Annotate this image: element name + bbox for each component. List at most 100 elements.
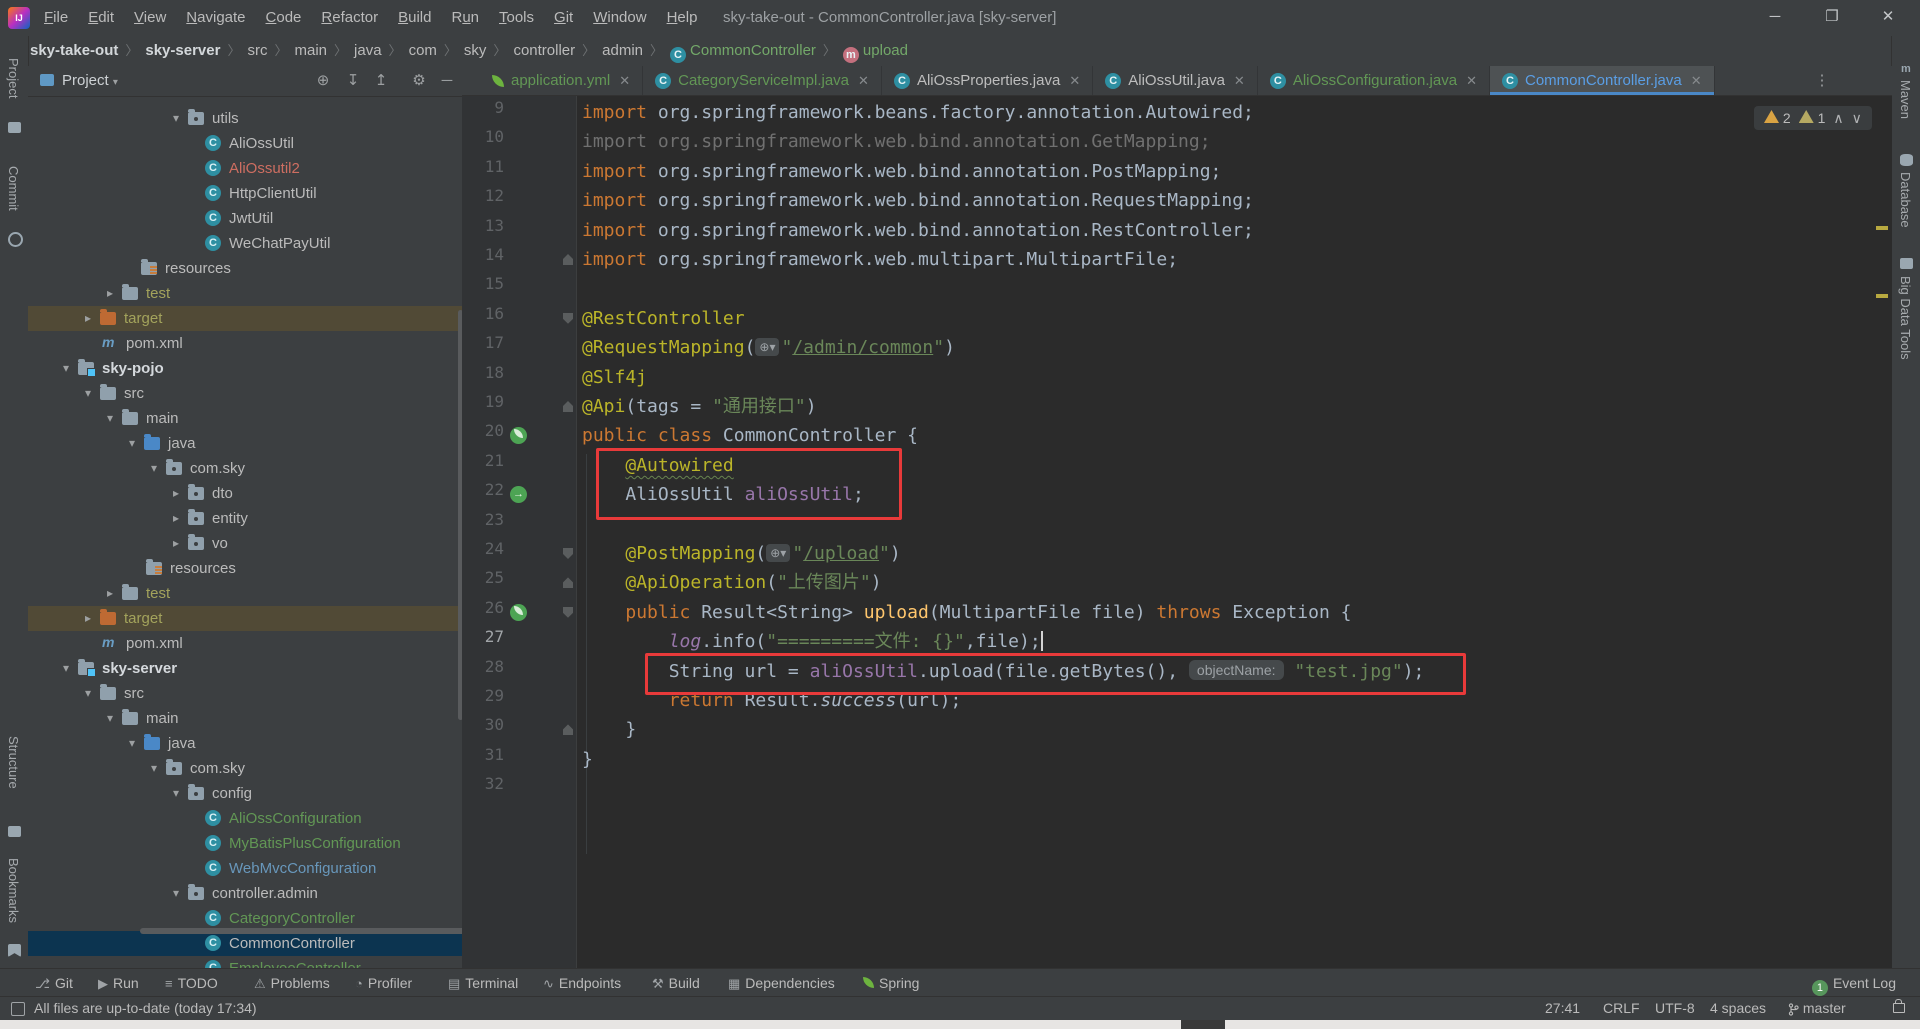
event-log-button[interactable]: 1Event Log bbox=[1812, 969, 1896, 997]
chevron-collapsed-icon[interactable]: ▸ bbox=[168, 481, 184, 506]
tool-button-maven[interactable]: Maven bbox=[1898, 80, 1913, 119]
tool-button-spring[interactable]: Spring bbox=[863, 969, 919, 997]
tree-row-test[interactable]: ▸test bbox=[28, 281, 462, 306]
chevron-expanded-icon[interactable]: ▾ bbox=[102, 706, 118, 731]
chevron-expanded-icon[interactable]: ▾ bbox=[58, 356, 74, 381]
tab-options-kebab-icon[interactable]: ⋮ bbox=[1810, 66, 1834, 96]
tree-row-com-sky[interactable]: ▾com.sky bbox=[28, 756, 462, 781]
tree-row-target[interactable]: ▸target bbox=[28, 606, 462, 631]
minimize-button[interactable]: ─ bbox=[1753, 0, 1797, 36]
tool-button-build[interactable]: ⚒Build bbox=[652, 969, 700, 997]
tool-button-profiler[interactable]: ◔Profiler bbox=[355, 969, 412, 997]
menu-navigate[interactable]: Navigate bbox=[176, 0, 255, 36]
breadcrumb-item-main[interactable]: main bbox=[294, 42, 327, 59]
expand-all-icon[interactable]: ↧ bbox=[340, 66, 366, 96]
code-editor[interactable]: 9import org.springframework.beans.factor… bbox=[462, 96, 1892, 968]
tree-row-resources[interactable]: resources bbox=[28, 556, 462, 581]
tree-row-aliossutil[interactable]: CAliOssUtil bbox=[28, 131, 462, 156]
hide-panel-icon[interactable]: ─ bbox=[434, 66, 460, 96]
menu-window[interactable]: Window bbox=[583, 0, 656, 36]
chevron-expanded-icon[interactable]: ▾ bbox=[146, 756, 162, 781]
menu-edit[interactable]: Edit bbox=[78, 0, 124, 36]
tab-close-icon[interactable]: ✕ bbox=[1069, 73, 1080, 89]
tool-button-project[interactable]: Project bbox=[6, 58, 21, 98]
breadcrumb-item-sky-server[interactable]: sky-server bbox=[145, 42, 220, 59]
chevron-collapsed-icon[interactable]: ▸ bbox=[168, 506, 184, 531]
menu-build[interactable]: Build bbox=[388, 0, 441, 36]
tree-row-aliossconfiguration[interactable]: CAliOssConfiguration bbox=[28, 806, 462, 831]
tree-row-src[interactable]: ▾src bbox=[28, 381, 462, 406]
maximize-button[interactable]: ❐ bbox=[1810, 0, 1854, 36]
chevron-collapsed-icon[interactable]: ▸ bbox=[102, 581, 118, 606]
tab-close-icon[interactable]: ✕ bbox=[619, 73, 630, 89]
breadcrumb-item-controller[interactable]: controller bbox=[513, 42, 575, 59]
tree-row-utils[interactable]: ▾utils bbox=[28, 106, 462, 131]
prev-warning-icon[interactable]: ∧ bbox=[1833, 110, 1843, 127]
indent-setting[interactable]: 4 spaces bbox=[1710, 997, 1766, 1020]
tree-row-wechatpayutil[interactable]: CWeChatPayUtil bbox=[28, 231, 462, 256]
tree-row-httpclientutil[interactable]: CHttpClientUtil bbox=[28, 181, 462, 206]
chevron-expanded-icon[interactable]: ▾ bbox=[124, 731, 140, 756]
breadcrumb-item-src[interactable]: src bbox=[247, 42, 267, 59]
menu-git[interactable]: Git bbox=[544, 0, 583, 36]
menu-code[interactable]: Code bbox=[256, 0, 312, 36]
tab-close-icon[interactable]: ✕ bbox=[1691, 73, 1702, 89]
tool-button-endpoints[interactable]: ∿Endpoints bbox=[543, 969, 621, 997]
collapse-all-icon[interactable]: ↥ bbox=[368, 66, 394, 96]
chevron-collapsed-icon[interactable]: ▸ bbox=[80, 306, 96, 331]
tree-row-main[interactable]: ▾main bbox=[28, 706, 462, 731]
next-warning-icon[interactable]: ∨ bbox=[1852, 110, 1862, 127]
tree-row-pom-xml[interactable]: mpom.xml bbox=[28, 631, 462, 656]
breadcrumb-item-admin[interactable]: admin bbox=[602, 42, 643, 59]
tree-row-src[interactable]: ▾src bbox=[28, 681, 462, 706]
line-ending[interactable]: CRLF bbox=[1603, 997, 1640, 1020]
tool-button-database[interactable]: Database bbox=[1898, 172, 1913, 228]
tree-row-resources[interactable]: resources bbox=[28, 256, 462, 281]
tree-row-sky-server[interactable]: ▾sky-server bbox=[28, 656, 462, 681]
tree-row-employeecontroller[interactable]: CEmployeeController bbox=[28, 956, 462, 968]
tree-row-vo[interactable]: ▸vo bbox=[28, 531, 462, 556]
tree-row-entity[interactable]: ▸entity bbox=[28, 506, 462, 531]
tool-button-dependencies[interactable]: ▦Dependencies bbox=[728, 969, 835, 997]
tool-button-git[interactable]: ⎇Git bbox=[35, 969, 73, 997]
caret-position[interactable]: 27:41 bbox=[1545, 997, 1580, 1020]
inspections-widget[interactable]: 2 1 ∧ ∨ bbox=[1754, 106, 1872, 130]
tool-button-run[interactable]: ▶Run bbox=[98, 969, 139, 997]
tree-row-target[interactable]: ▸target bbox=[28, 306, 462, 331]
chevron-expanded-icon[interactable]: ▾ bbox=[80, 681, 96, 706]
menu-view[interactable]: View bbox=[124, 0, 176, 36]
breadcrumb-item-java[interactable]: java bbox=[354, 42, 382, 59]
tool-button-problems[interactable]: ⚠Problems bbox=[254, 969, 330, 997]
chevron-collapsed-icon[interactable]: ▸ bbox=[102, 281, 118, 306]
breadcrumb-item-upload[interactable]: mupload bbox=[843, 42, 908, 59]
tree-row-test[interactable]: ▸test bbox=[28, 581, 462, 606]
tab-close-icon[interactable]: ✕ bbox=[1234, 73, 1245, 89]
tab-close-icon[interactable]: ✕ bbox=[858, 73, 869, 89]
breadcrumb-item-sky[interactable]: sky bbox=[464, 42, 487, 59]
breadcrumb-item-commoncontroller[interactable]: CCommonController bbox=[670, 42, 816, 59]
tab-aliossutil-java[interactable]: CAliOssUtil.java✕ bbox=[1093, 66, 1258, 95]
breadcrumb-item-com[interactable]: com bbox=[409, 42, 437, 59]
tree-row-dto[interactable]: ▸dto bbox=[28, 481, 462, 506]
panel-settings-gear-icon[interactable]: ⚙ bbox=[406, 66, 432, 96]
tab-close-icon[interactable]: ✕ bbox=[1466, 73, 1477, 89]
error-stripe-mark[interactable] bbox=[1876, 226, 1888, 230]
tool-button-big-data-tools[interactable]: Big Data Tools bbox=[1898, 276, 1913, 360]
menu-tools[interactable]: Tools bbox=[489, 0, 544, 36]
tab-aliossconfiguration-java[interactable]: CAliOssConfiguration.java✕ bbox=[1258, 66, 1490, 95]
menu-file[interactable]: File bbox=[34, 0, 78, 36]
breadcrumb-item-sky-take-out[interactable]: sky-take-out bbox=[30, 42, 118, 59]
tool-button-todo[interactable]: ≡TODO bbox=[165, 969, 218, 997]
tool-button-commit[interactable]: Commit bbox=[6, 166, 21, 211]
tree-row-config[interactable]: ▾config bbox=[28, 781, 462, 806]
tree-row-webmvcconfiguration[interactable]: CWebMvcConfiguration bbox=[28, 856, 462, 881]
chevron-expanded-icon[interactable]: ▾ bbox=[80, 381, 96, 406]
tool-button-terminal[interactable]: ▤Terminal bbox=[448, 969, 518, 997]
chevron-expanded-icon[interactable]: ▾ bbox=[168, 781, 184, 806]
unlocked-icon[interactable] bbox=[1893, 1003, 1905, 1013]
file-encoding[interactable]: UTF-8 bbox=[1655, 997, 1695, 1020]
chevron-collapsed-icon[interactable]: ▸ bbox=[80, 606, 96, 631]
chevron-expanded-icon[interactable]: ▾ bbox=[124, 431, 140, 456]
tab-commoncontroller-java[interactable]: CCommonController.java✕ bbox=[1490, 66, 1715, 95]
tab-application-yml[interactable]: application.yml✕ bbox=[480, 66, 643, 95]
